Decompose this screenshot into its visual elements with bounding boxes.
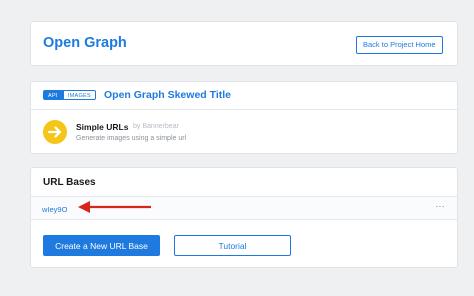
template-tags: API IMAGES <box>43 90 96 100</box>
integration-description: Generate images using a simple url <box>76 135 187 142</box>
api-tag: API <box>43 90 63 100</box>
arrow-right-icon <box>43 120 67 144</box>
integration-author: by Bannerbear <box>133 123 179 130</box>
header-card: Open Graph Back to Project Home <box>30 21 458 66</box>
create-url-base-button[interactable]: Create a New URL Base <box>43 235 160 256</box>
url-base-link[interactable]: wIey9O <box>42 205 67 214</box>
back-to-project-home-button[interactable]: Back to Project Home <box>356 36 443 54</box>
url-bases-title: URL Bases <box>43 177 96 188</box>
template-card: API IMAGES Open Graph Skewed Title Simpl… <box>30 81 458 154</box>
integration-row[interactable]: Simple URLs by Bannerbear Generate image… <box>31 110 457 154</box>
template-header-row: API IMAGES Open Graph Skewed Title <box>31 82 457 110</box>
template-title-link[interactable]: Open Graph Skewed Title <box>104 89 231 101</box>
images-tag: IMAGES <box>62 90 96 100</box>
integration-name: Simple URLs <box>76 122 129 132</box>
more-options-icon[interactable]: ··· <box>436 202 446 211</box>
page-title: Open Graph <box>43 35 127 51</box>
annotation-arrow-icon <box>78 201 151 213</box>
url-bases-card: URL Bases wIey9O ··· Create a New URL Ba… <box>30 167 458 268</box>
tutorial-button[interactable]: Tutorial <box>174 235 291 256</box>
